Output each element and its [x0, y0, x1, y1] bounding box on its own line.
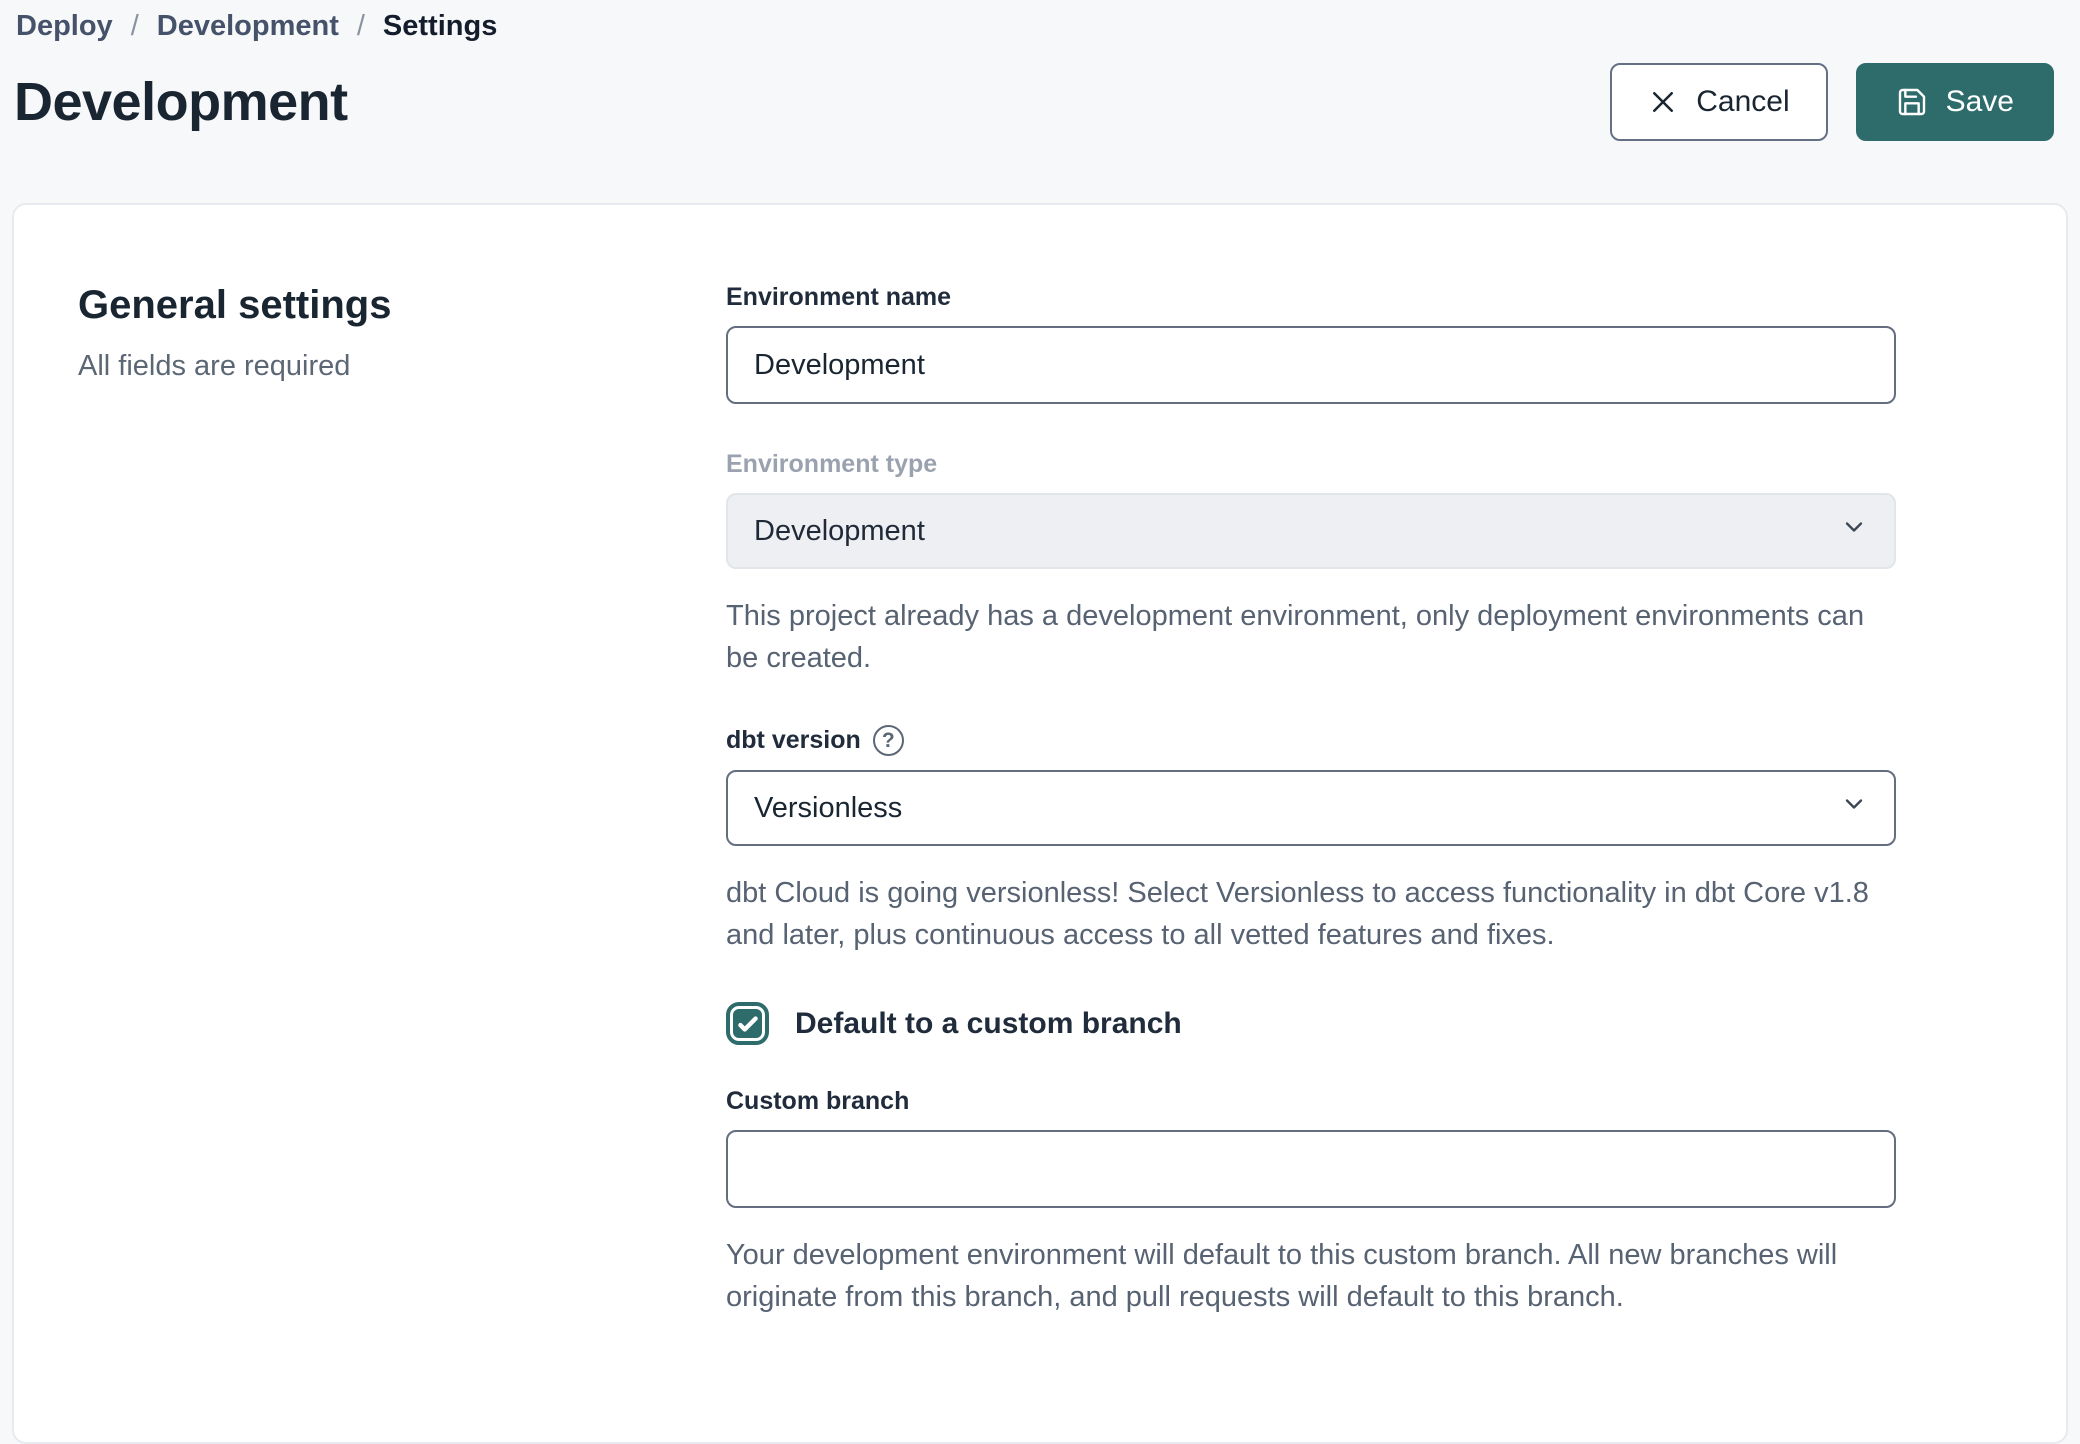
save-button-label: Save [1946, 85, 2014, 119]
dbt-version-label-row: dbt version ? [726, 725, 1896, 756]
custom-branch-checkbox[interactable] [726, 1002, 769, 1045]
custom-branch-label: Custom branch [726, 1087, 1896, 1116]
dbt-version-label: dbt version [726, 726, 861, 755]
dbt-version-select[interactable]: Versionless [726, 770, 1896, 846]
breadcrumb-separator: / [131, 10, 139, 43]
settings-form: Environment name Environment type Develo… [726, 283, 1896, 1364]
environment-name-input[interactable] [726, 326, 1896, 404]
close-icon [1648, 87, 1678, 117]
save-button[interactable]: Save [1856, 63, 2054, 141]
breadcrumb-development[interactable]: Development [157, 10, 339, 43]
question-circle-icon[interactable]: ? [873, 725, 904, 756]
custom-branch-input[interactable] [726, 1130, 1896, 1208]
page-header: Development Cancel Save [0, 63, 2080, 141]
environment-type-select: Development [726, 493, 1896, 569]
breadcrumb-separator: / [357, 10, 365, 43]
checkmark-icon [733, 1009, 762, 1038]
dbt-version-value: Versionless [754, 792, 902, 825]
custom-branch-toggle-label[interactable]: Default to a custom branch [795, 1007, 1182, 1041]
header-actions: Cancel Save [1610, 63, 2054, 141]
dbt-version-field-group: dbt version ? Versionless dbt Cloud is g… [726, 725, 1896, 956]
cancel-button[interactable]: Cancel [1610, 63, 1827, 141]
environment-name-label: Environment name [726, 283, 1896, 312]
environment-type-helper-text: This project already has a development e… [726, 595, 1886, 679]
environment-name-field-group: Environment name [726, 283, 1896, 404]
section-intro: General settings All fields are required [78, 283, 726, 1364]
environment-type-label: Environment type [726, 450, 1896, 479]
floppy-disk-icon [1896, 86, 1928, 118]
chevron-down-icon [1840, 790, 1868, 826]
dbt-version-helper-text: dbt Cloud is going versionless! Select V… [726, 872, 1886, 956]
custom-branch-toggle-row: Default to a custom branch [726, 1002, 1896, 1045]
breadcrumb-deploy[interactable]: Deploy [16, 10, 113, 43]
breadcrumb-settings: Settings [383, 10, 497, 43]
page-title: Development [14, 71, 348, 133]
breadcrumb: Deploy / Development / Settings [0, 0, 2080, 43]
general-settings-card: General settings All fields are required… [12, 203, 2068, 1444]
environment-type-value: Development [754, 515, 925, 548]
section-title: General settings [78, 283, 726, 328]
section-subtitle: All fields are required [78, 350, 726, 383]
chevron-down-icon [1840, 513, 1868, 549]
custom-branch-helper-text: Your development environment will defaul… [726, 1234, 1886, 1318]
custom-branch-field-group: Custom branch Your development environme… [726, 1087, 1896, 1318]
environment-type-field-group: Environment type Development This projec… [726, 450, 1896, 679]
cancel-button-label: Cancel [1696, 85, 1789, 119]
